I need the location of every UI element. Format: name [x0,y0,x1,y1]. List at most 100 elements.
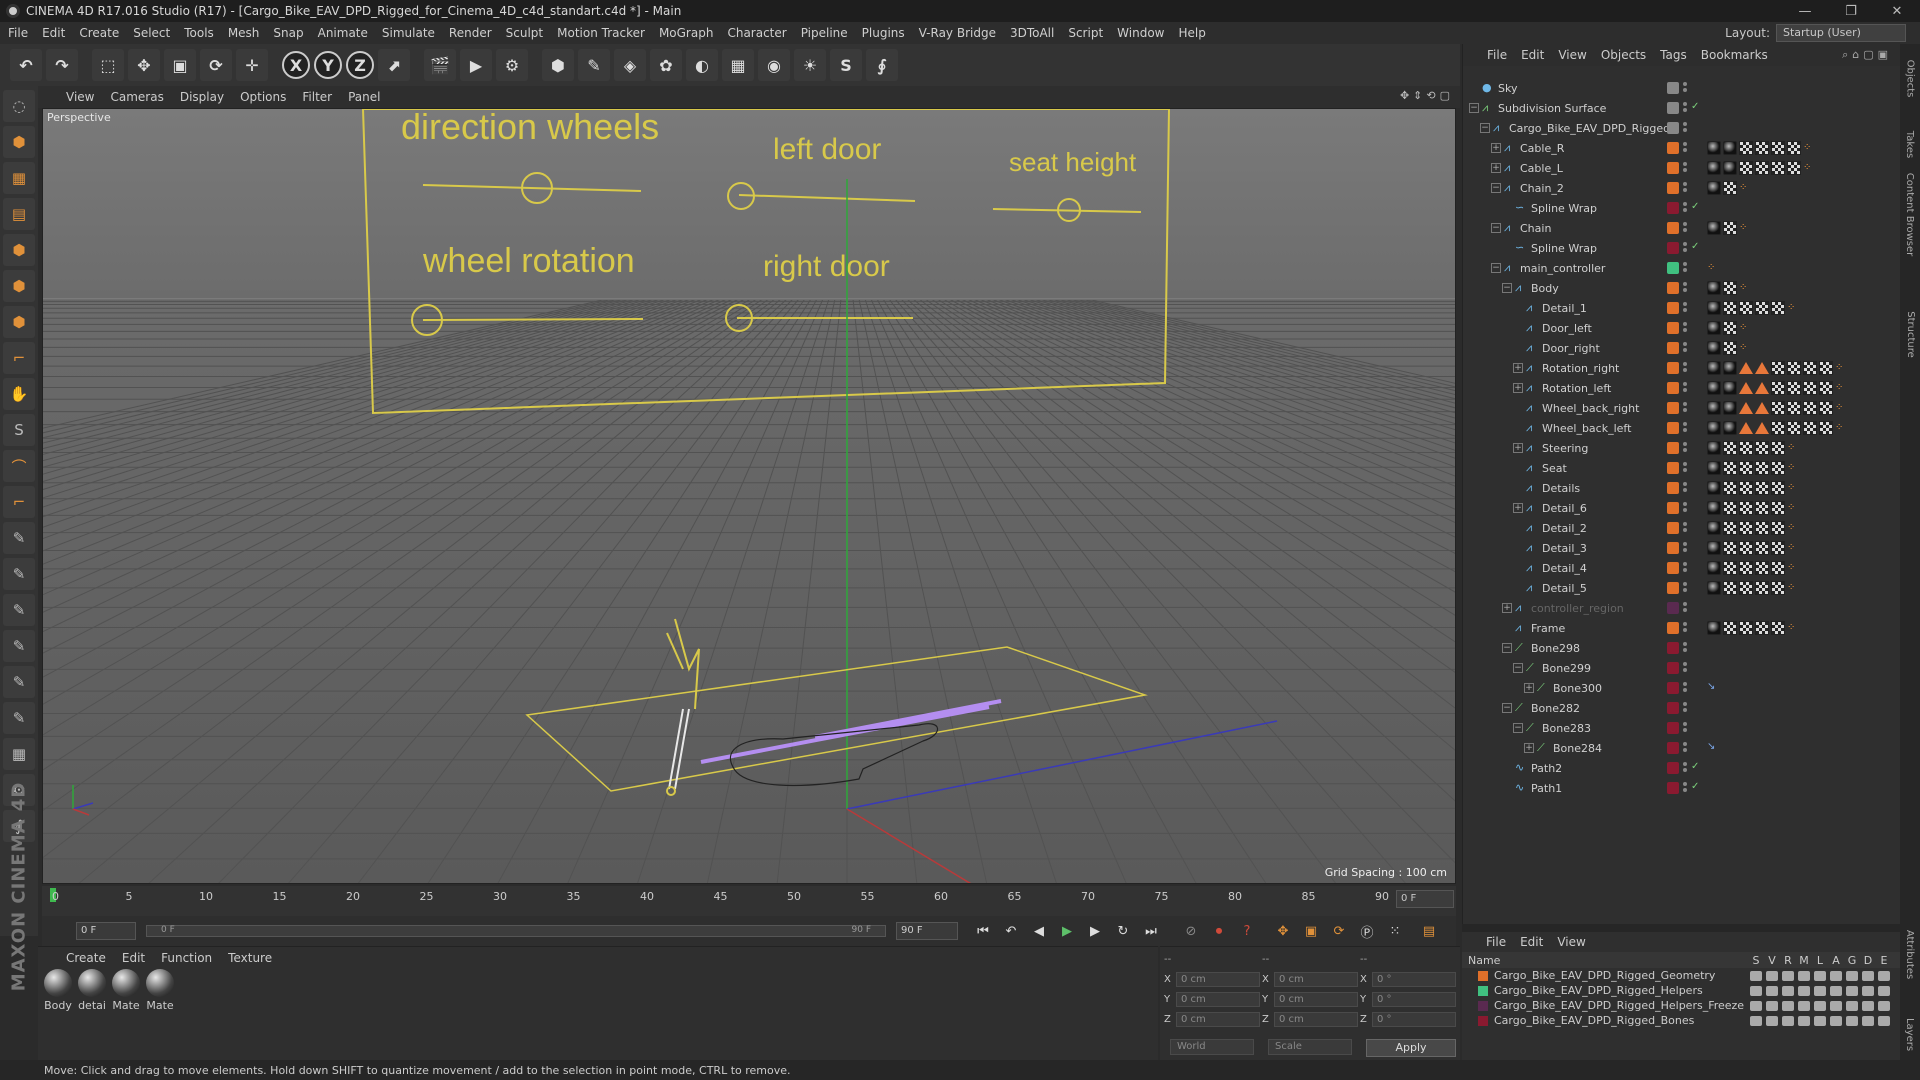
coord-value-field[interactable]: 0 ° [1372,992,1456,1007]
knife-tool-icon[interactable]: ✎ [3,594,35,626]
visibility-dots[interactable] [1683,102,1689,114]
layer-toggle-icon[interactable] [1782,1015,1794,1026]
make-editable-icon[interactable]: ◌ [3,90,35,122]
render-visibility-dot[interactable] [1683,248,1687,252]
visibility-dots[interactable] [1683,762,1689,774]
layer-menu-view[interactable]: View [1557,935,1585,949]
object-name[interactable]: Rotation_right [1542,362,1619,375]
tag-dark-icon[interactable] [1707,421,1721,435]
tag-dots-icon[interactable]: ⁘ [1787,561,1797,575]
menu-file[interactable]: File [8,26,28,40]
viewport-menu-filter[interactable]: Filter [302,90,332,104]
object-row-bone284[interactable]: + ⟋ Bone284 ↘ [1463,738,1901,758]
layer-color-swatch[interactable] [1667,202,1679,214]
tag-dots-icon[interactable]: ⁘ [1787,621,1797,635]
layer-color-swatch[interactable] [1667,522,1679,534]
layer-row[interactable]: Cargo_Bike_EAV_DPD_Rigged_Helpers [1462,983,1900,998]
record-key-icon[interactable]: ⏺ [1208,920,1230,942]
layer-toggle-icon[interactable] [1750,1000,1762,1011]
object-row-path2[interactable]: ∿ Path2 ✓ [1463,758,1901,778]
visibility-dots[interactable] [1683,662,1689,674]
object-row-bone299[interactable]: − ⟋ Bone299 [1463,658,1901,678]
expand-toggle-icon[interactable]: + [1524,683,1534,693]
layer-toggle-icon[interactable] [1814,970,1826,981]
coord-value-field[interactable]: 0 cm [1274,972,1358,987]
tag-dark-icon[interactable] [1723,141,1737,155]
editor-visibility-dot[interactable] [1683,722,1687,726]
visibility-dots[interactable] [1683,482,1689,494]
tag-check-icon[interactable] [1723,301,1737,315]
render-visibility-dot[interactable] [1683,568,1687,572]
layer-color-swatch[interactable] [1667,662,1679,674]
object-row-frame[interactable]: ⩘ Frame ⁘ [1463,618,1901,638]
axis-mode-icon[interactable]: ⌐ [3,342,35,374]
tag-check-icon[interactable] [1723,621,1737,635]
tag-dark-icon[interactable] [1707,461,1721,475]
tag-check-icon[interactable] [1803,421,1817,435]
object-row-detail-3[interactable]: ⩘ Detail_3 ⁘ [1463,538,1901,558]
tag-check-icon[interactable] [1771,541,1785,555]
menu-3dtoall[interactable]: 3DToAll [1010,26,1054,40]
layer-name[interactable]: Cargo_Bike_EAV_DPD_Rigged_Geometry [1494,969,1715,982]
editor-visibility-dot[interactable] [1683,762,1687,766]
tag-tri-icon[interactable] [1755,382,1769,394]
menu-script[interactable]: Script [1068,26,1103,40]
visibility-dots[interactable] [1683,362,1689,374]
tag-check-icon[interactable] [1771,401,1785,415]
editor-visibility-dot[interactable] [1683,222,1687,226]
visibility-dots[interactable] [1683,382,1689,394]
render-visibility-dot[interactable] [1683,128,1687,132]
tag-check-icon[interactable] [1755,621,1769,635]
coord-value-field[interactable]: 0 cm [1274,992,1358,1007]
layer-color-swatch[interactable] [1667,242,1679,254]
editor-visibility-dot[interactable] [1683,362,1687,366]
tag-dark-icon[interactable] [1707,301,1721,315]
brush-icon[interactable]: ✎ [3,522,35,554]
layer-row[interactable]: Cargo_Bike_EAV_DPD_Rigged_Helpers_Freeze [1462,998,1900,1013]
goto-end-icon[interactable]: ⏭ [1140,920,1162,942]
layer-toggle-icon[interactable] [1862,1015,1874,1026]
timeline-window-icon[interactable]: ▤ [1418,920,1440,942]
edit-render-settings-icon[interactable]: ⚙ [496,49,528,81]
object-name[interactable]: Chain_2 [1520,182,1564,195]
layer-color-swatch[interactable] [1667,462,1679,474]
layer-toggle-icon[interactable] [1830,970,1842,981]
rotate-icon[interactable]: ⟳ [200,49,232,81]
tag-check-icon[interactable] [1723,481,1737,495]
editor-visibility-dot[interactable] [1683,82,1687,86]
render-visibility-dot[interactable] [1683,148,1687,152]
layer-toggle-icon[interactable] [1798,970,1810,981]
layer-color-swatch[interactable] [1667,642,1679,654]
layer-toggle-icon[interactable] [1862,1000,1874,1011]
object-row-subdivision-surface[interactable]: − ⩘ Subdivision Surface ✓ [1463,98,1901,118]
menu-motion-tracker[interactable]: Motion Tracker [557,26,645,40]
object-row-controller-region[interactable]: + ⩘ controller_region [1463,598,1901,618]
layout-dropdown[interactable]: Startup (User) [1776,24,1906,42]
render-picture-viewer-icon[interactable]: ▶ [460,49,492,81]
workplane-icon[interactable]: ▤ [3,198,35,230]
visibility-dots[interactable] [1683,422,1689,434]
object-row-rotation-right[interactable]: + ⩘ Rotation_right ⁘ [1463,358,1901,378]
enabled-check-icon[interactable]: ✓ [1691,761,1699,772]
editor-visibility-dot[interactable] [1683,262,1687,266]
expand-toggle-icon[interactable]: + [1491,143,1501,153]
tag-dark-icon[interactable] [1707,401,1721,415]
layer-row[interactable]: Cargo_Bike_EAV_DPD_Rigged_Geometry [1462,968,1900,983]
render-visibility-dot[interactable] [1683,748,1687,752]
object-name[interactable]: Seat [1542,462,1567,475]
tag-tri-icon[interactable] [1739,362,1753,374]
object-name[interactable]: Detail_1 [1542,302,1587,315]
layer-toggle-icon[interactable] [1782,1000,1794,1011]
object-row-bone283[interactable]: − ⟋ Bone283 [1463,718,1901,738]
layer-color-swatch[interactable] [1667,682,1679,694]
object-name[interactable]: Spline Wrap [1531,242,1597,255]
expand-toggle-icon[interactable]: − [1469,103,1479,113]
object-name[interactable]: Frame [1531,622,1565,635]
layer-color-swatch[interactable] [1667,122,1679,134]
expand-toggle-icon[interactable]: − [1480,123,1490,133]
side-tab-takes[interactable]: Takes [1902,114,1918,174]
visibility-dots[interactable] [1683,182,1689,194]
tag-dark-icon[interactable] [1723,401,1737,415]
tag-check-icon[interactable] [1771,141,1785,155]
layer-color-swatch[interactable] [1667,402,1679,414]
